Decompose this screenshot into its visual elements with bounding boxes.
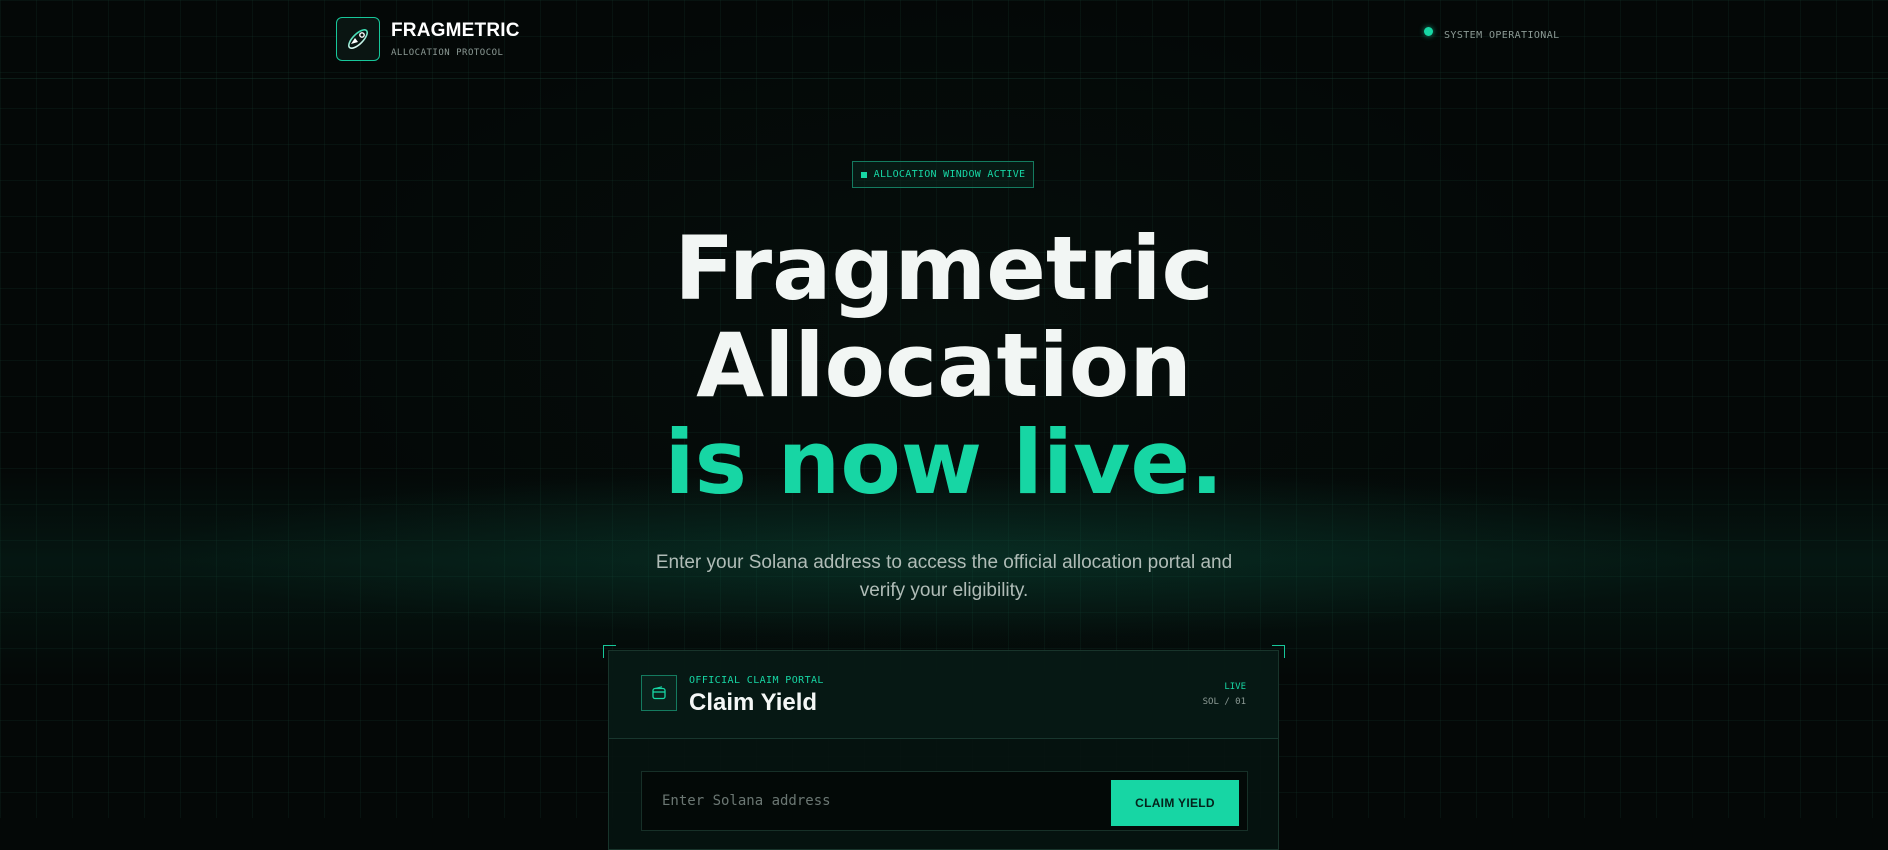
claim-yield-button[interactable]: CLAIM YIELD (1111, 780, 1239, 826)
hero-title-line-1: Fragmetric (674, 217, 1214, 320)
status-text: SYSTEM OPERATIONAL (1444, 30, 1560, 41)
card-title: Claim Yield (689, 689, 818, 716)
hero-title-line-2: Allocation (696, 314, 1192, 417)
status-dot-icon (1424, 27, 1433, 36)
network-meta: SOL / 01 (1202, 697, 1246, 707)
address-input-group: CLAIM YIELD (641, 771, 1248, 831)
logo[interactable] (336, 17, 380, 61)
live-indicator: LIVE (1224, 682, 1246, 692)
hero-description: Enter your Solana address to access the … (655, 552, 1233, 601)
site-header: FRAGMETRIC ALLOCATION PROTOCOL SYSTEM OP… (0, 0, 1888, 79)
hero-title-line-3: is now live. (664, 411, 1224, 514)
orbit-logo-icon (348, 29, 368, 49)
solana-address-input[interactable] (642, 772, 1102, 830)
system-status: SYSTEM OPERATIONAL (1424, 27, 1560, 41)
badge-text: ALLOCATION WINDOW ACTIVE (873, 169, 1026, 180)
brand-name: FRAGMETRIC (391, 20, 520, 41)
badge-square-icon (860, 171, 867, 178)
wallet-icon (641, 675, 677, 711)
brand-subtitle: ALLOCATION PROTOCOL (391, 48, 504, 58)
card-eyebrow: OFFICIAL CLAIM PORTAL (689, 675, 824, 686)
hero: Fragmetric Allocation is now live. (0, 220, 1888, 511)
claim-portal-card: OFFICIAL CLAIM PORTAL Claim Yield LIVE S… (608, 650, 1279, 850)
wallet-glyph-icon (652, 686, 666, 700)
claim-card-header: OFFICIAL CLAIM PORTAL Claim Yield LIVE S… (609, 651, 1278, 739)
allocation-window-badge: ALLOCATION WINDOW ACTIVE (852, 161, 1034, 188)
